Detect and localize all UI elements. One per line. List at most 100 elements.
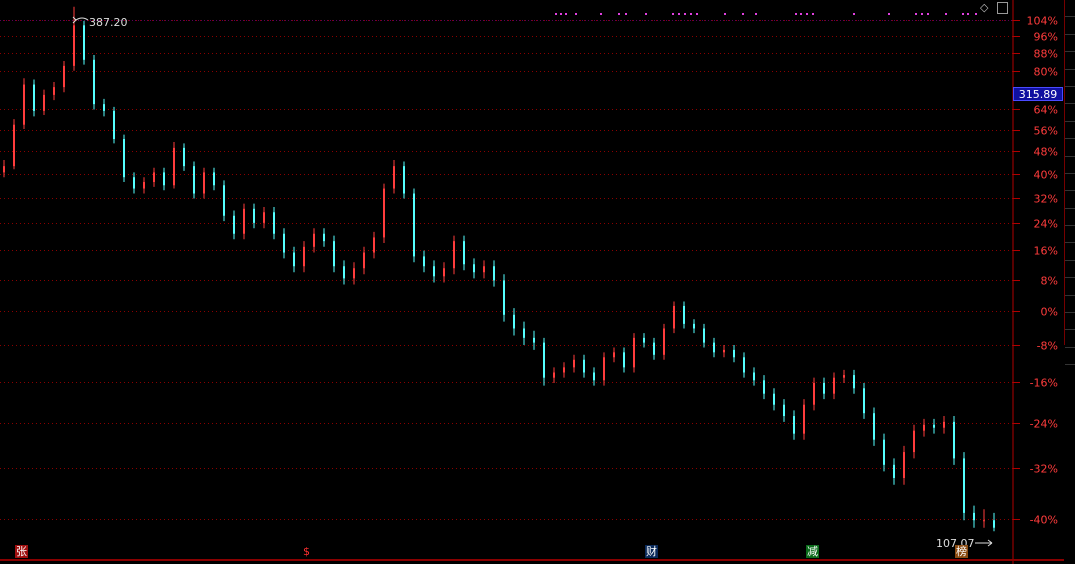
- side-tab[interactable]: [1065, 104, 1075, 122]
- side-tab[interactable]: [1065, 191, 1075, 209]
- side-tab[interactable]: [1065, 122, 1075, 140]
- event-mark: [625, 13, 627, 15]
- event-mark: [696, 13, 698, 15]
- side-tab[interactable]: [1065, 209, 1075, 227]
- marker-zhang[interactable]: 张: [15, 545, 28, 558]
- side-tab[interactable]: [1065, 313, 1075, 331]
- candle-body: [763, 380, 765, 394]
- candle: [63, 61, 65, 93]
- candle-body: [403, 166, 405, 194]
- candle: [103, 98, 105, 117]
- candle-body: [433, 266, 435, 277]
- candle: [783, 399, 785, 422]
- candle: [593, 367, 595, 386]
- candle-body: [523, 328, 525, 338]
- event-mark: [575, 13, 577, 15]
- candle: [353, 262, 355, 285]
- candle: [793, 410, 795, 440]
- candle: [463, 235, 465, 271]
- candle-body: [263, 212, 265, 223]
- candle: [713, 337, 715, 358]
- y-tick-label: 88%: [1034, 48, 1058, 61]
- candle-body: [633, 337, 635, 368]
- candle: [943, 416, 945, 434]
- candle-body: [663, 328, 665, 355]
- event-mark: [600, 13, 602, 15]
- candle-body: [443, 268, 445, 277]
- marker-jian[interactable]: 减: [806, 545, 819, 558]
- candle: [723, 345, 725, 358]
- marker-dollar[interactable]: $: [300, 545, 313, 558]
- candle-body: [193, 166, 195, 194]
- candle-body: [53, 87, 55, 95]
- candle: [803, 399, 805, 440]
- side-tab[interactable]: [1065, 348, 1075, 366]
- grid-lines: [0, 20, 1013, 520]
- candle: [293, 246, 295, 273]
- candle: [173, 141, 175, 189]
- event-mark: [927, 13, 929, 15]
- candle-body: [833, 377, 835, 394]
- candlestick-chart[interactable]: 104% 96% 88% 80% 64% 56% 48% 40% 32% 24% 16% 8% 0% -8…: [0, 0, 1075, 564]
- side-tab[interactable]: [1065, 330, 1075, 348]
- side-tab[interactable]: [1065, 174, 1075, 192]
- candle: [993, 512, 995, 532]
- side-tab[interactable]: [1065, 35, 1075, 53]
- candle-body: [253, 208, 255, 223]
- candle-body: [23, 84, 25, 125]
- side-tab-strip[interactable]: [1064, 0, 1075, 366]
- marker-cai[interactable]: 财: [645, 545, 658, 558]
- side-tab[interactable]: [1065, 226, 1075, 244]
- event-mark: [975, 13, 977, 15]
- event-mark: [812, 13, 814, 15]
- candle: [23, 78, 25, 129]
- side-tab[interactable]: [1065, 261, 1075, 279]
- side-tab[interactable]: [1065, 52, 1075, 70]
- y-tick-label: 16%: [1034, 245, 1058, 258]
- candle: [583, 354, 585, 378]
- side-tab[interactable]: [1065, 70, 1075, 87]
- candle-body: [73, 25, 75, 66]
- candle-body: [513, 314, 515, 329]
- candle-body: [853, 375, 855, 389]
- candle-body: [793, 416, 795, 434]
- side-tab[interactable]: [1065, 243, 1075, 261]
- candle-body: [353, 268, 355, 279]
- candle-body: [343, 266, 345, 279]
- y-tick-label: 80%: [1034, 66, 1058, 79]
- candle: [13, 119, 15, 170]
- candle-body: [123, 139, 125, 178]
- candle-body: [473, 264, 475, 273]
- candle: [763, 375, 765, 400]
- candle-body: [63, 65, 65, 88]
- diamond-icon[interactable]: ◇: [980, 1, 988, 14]
- marker-bang[interactable]: 榜: [955, 545, 968, 558]
- event-mark: [800, 13, 802, 15]
- candle: [233, 210, 235, 240]
- event-mark: [888, 13, 890, 15]
- candle: [683, 301, 685, 329]
- side-tab[interactable]: [1065, 278, 1075, 296]
- side-tab[interactable]: [1065, 157, 1075, 174]
- candle: [193, 161, 195, 199]
- candle-body: [623, 352, 625, 368]
- side-tab[interactable]: [1065, 0, 1075, 18]
- candle-body: [913, 430, 915, 453]
- candle-body: [973, 512, 975, 521]
- candle-body: [243, 208, 245, 234]
- candle-body: [3, 166, 5, 173]
- candle: [533, 330, 535, 350]
- side-tab[interactable]: [1065, 17, 1075, 35]
- event-mark: [945, 13, 947, 15]
- candle: [933, 418, 935, 434]
- candle: [93, 55, 95, 110]
- candle: [473, 258, 475, 279]
- side-tab[interactable]: [1065, 87, 1075, 105]
- panel-toggle-icon[interactable]: [997, 2, 1008, 14]
- event-mark: [618, 13, 620, 15]
- side-tab[interactable]: [1065, 139, 1075, 157]
- side-tab[interactable]: [1065, 296, 1075, 314]
- candle: [633, 333, 635, 373]
- event-mark: [915, 13, 917, 15]
- candle-body: [903, 452, 905, 478]
